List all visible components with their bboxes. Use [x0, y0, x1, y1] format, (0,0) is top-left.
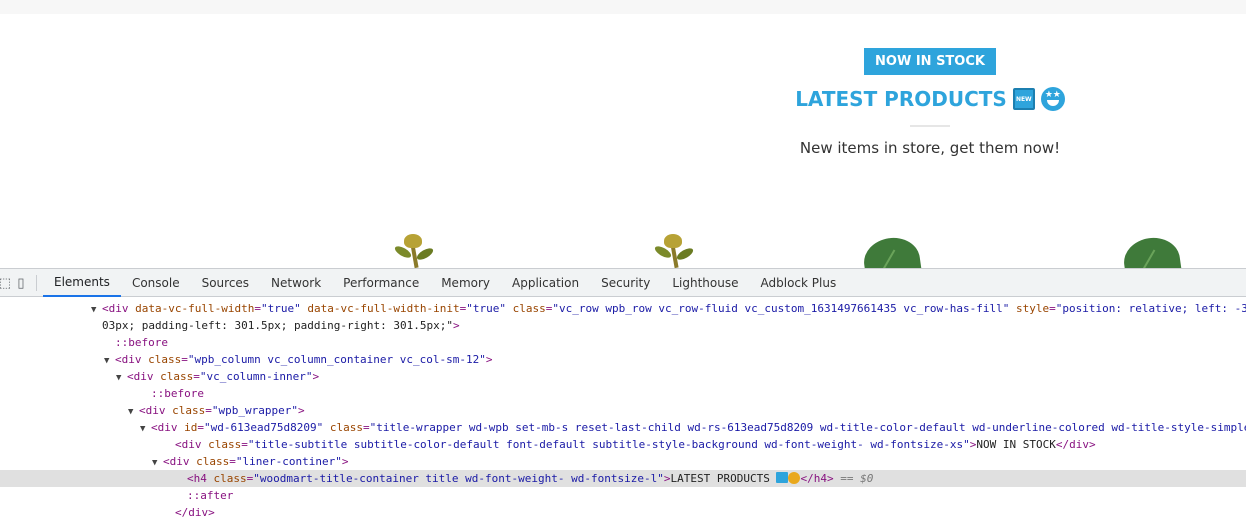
expand-triangle-icon[interactable]: ▼ — [140, 421, 151, 436]
dom-node[interactable]: ::before — [0, 334, 1246, 351]
title-wrapper: NOW IN STOCK LATEST PRODUCTS NEW New ite… — [730, 48, 1130, 157]
tab-performance[interactable]: Performance — [332, 269, 430, 297]
elements-dom-tree[interactable]: ▼ <div data-vc-full-width="true" data-vc-… — [0, 297, 1246, 521]
headline-text: LATEST PRODUCTS — [795, 87, 1007, 111]
title-description: New items in store, get them now! — [799, 139, 1061, 157]
devtools-toolbar: ⬚ ▯ Elements Console Sources Network Perform… — [0, 269, 1246, 297]
dom-node[interactable]: ▼ <div class="liner-continer"> — [0, 453, 1246, 470]
tab-sources[interactable]: Sources — [191, 269, 260, 297]
expand-triangle-icon[interactable]: ▼ — [116, 370, 127, 385]
expand-triangle-icon[interactable]: ▼ — [104, 353, 115, 368]
site-top-bar — [0, 0, 1246, 14]
dom-node[interactable]: ::before — [0, 385, 1246, 402]
title-underline — [910, 125, 950, 127]
tab-lighthouse[interactable]: Lighthouse — [661, 269, 749, 297]
product-image-1[interactable] — [393, 234, 435, 268]
tab-network[interactable]: Network — [260, 269, 332, 297]
tab-memory[interactable]: Memory — [430, 269, 501, 297]
dom-node[interactable]: ▼ <div class="wpb_wrapper"> — [0, 402, 1246, 419]
latest-products-heading: LATEST PRODUCTS NEW — [730, 87, 1130, 111]
new-badge-icon: NEW — [1012, 88, 1035, 110]
dom-node[interactable]: ::after — [0, 487, 1246, 504]
now-in-stock-badge: NOW IN STOCK — [864, 48, 996, 75]
expand-triangle-icon[interactable]: ▼ — [152, 455, 163, 470]
product-image-3[interactable] — [861, 234, 923, 268]
device-toolbar-icon[interactable]: ▯ — [10, 269, 32, 297]
tab-security[interactable]: Security — [590, 269, 661, 297]
dom-node[interactable]: ▼ <div class="vc_column-inner"> — [0, 368, 1246, 385]
devtools-panel: ⬚ ▯ Elements Console Sources Network Perform… — [0, 268, 1246, 528]
devtools-tabs: Elements Console Sources Network Performance… — [43, 269, 847, 297]
dom-node[interactable]: ▼ <div id="wd-613ead75d8209" class="title… — [0, 419, 1246, 436]
product-image-4[interactable] — [1121, 234, 1183, 268]
dom-node[interactable]: ▼ <div data-vc-full-width="true" data-vc-… — [0, 300, 1246, 317]
product-image-2[interactable] — [653, 234, 695, 268]
tab-application[interactable]: Application — [501, 269, 590, 297]
website-viewport: NOW IN STOCK LATEST PRODUCTS NEW New ite… — [0, 0, 1246, 268]
dom-node[interactable]: 03px; padding-left: 301.5px; padding-rig… — [0, 317, 1246, 334]
expand-triangle-icon[interactable]: ▼ — [91, 302, 102, 317]
inspect-element-icon[interactable]: ⬚ — [0, 269, 11, 297]
tab-adblock-plus[interactable]: Adblock Plus — [750, 269, 848, 297]
expand-triangle-icon[interactable]: ▼ — [128, 404, 139, 419]
tab-elements[interactable]: Elements — [43, 269, 121, 297]
new-emoji-icon — [776, 472, 789, 483]
dom-node[interactable]: ▼ <div class="wpb_column vc_column_contai… — [0, 351, 1246, 368]
star-struck-emoji-icon — [1040, 87, 1065, 111]
toolbar-separator — [36, 274, 37, 291]
star-struck-emoji-icon — [788, 472, 801, 484]
dom-node[interactable]: </div> — [0, 504, 1246, 521]
dom-node[interactable]: <div class="title-subtitle subtitle-colo… — [0, 436, 1246, 453]
dom-node-selected[interactable]: <h4 class="woodmart-title-container titl… — [0, 470, 1246, 487]
tab-console[interactable]: Console — [121, 269, 191, 297]
